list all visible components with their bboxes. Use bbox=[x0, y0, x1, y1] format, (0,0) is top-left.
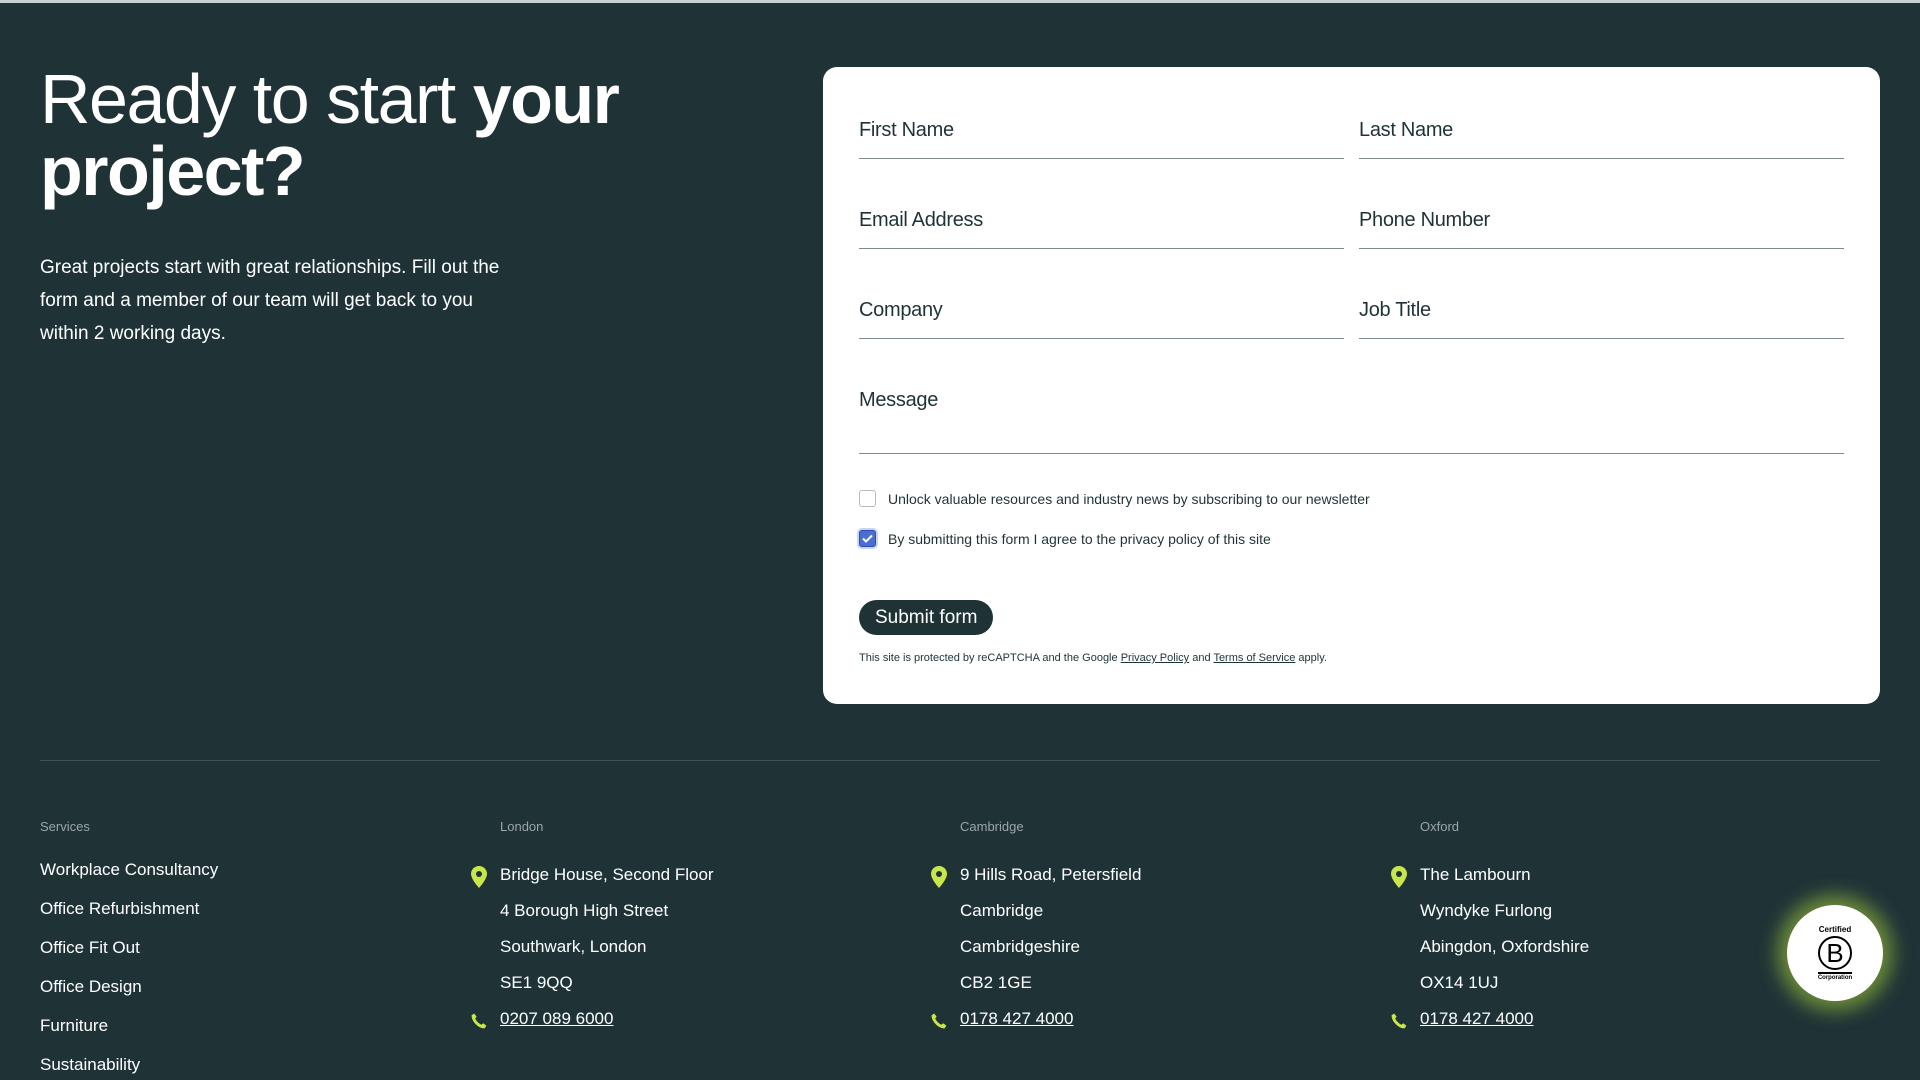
oxford-address-line-4: OX14 1UJ bbox=[1420, 973, 1499, 992]
service-link-workplace-consultancy[interactable]: Workplace Consultancy bbox=[40, 860, 218, 880]
cambridge-phone-link[interactable]: 0178 427 4000 bbox=[960, 1009, 1073, 1029]
hero-description: Great projects start with great relation… bbox=[40, 257, 500, 344]
phone-icon bbox=[471, 1013, 487, 1029]
cambridge-address-line-4: CB2 1GE bbox=[960, 973, 1032, 992]
privacy-label: By submitting this form I agree to the p… bbox=[888, 530, 1271, 547]
b-corp-corporation-text: Corporation bbox=[1817, 975, 1853, 981]
b-corp-logo-icon: B bbox=[1818, 936, 1852, 970]
terms-of-service-link[interactable]: Terms of Service bbox=[1213, 652, 1295, 664]
oxford-phone-link[interactable]: 0178 427 4000 bbox=[1420, 1009, 1533, 1029]
company-field[interactable]: Company bbox=[859, 277, 1344, 339]
hero-title: Ready to start your project? bbox=[40, 63, 740, 207]
hero-title-bold-2: project? bbox=[40, 132, 306, 210]
cambridge-address-line-2: Cambridge bbox=[960, 901, 1044, 920]
location-pin-icon bbox=[1391, 866, 1407, 888]
cambridge-address-line-1: 9 Hills Road, Petersfield bbox=[960, 865, 1142, 884]
privacy-checkbox[interactable] bbox=[859, 530, 876, 547]
newsletter-label: Unlock valuable resources and industry n… bbox=[888, 490, 1370, 507]
oxford-address-line-3: Abingdon, Oxfordshire bbox=[1420, 937, 1590, 956]
b-corp-badge[interactable]: Certified B Corporation bbox=[1787, 905, 1883, 1001]
phone-icon bbox=[1391, 1013, 1407, 1029]
email-placeholder: Email Address bbox=[859, 209, 983, 231]
message-field[interactable]: Message bbox=[859, 367, 1844, 454]
phone-placeholder: Phone Number bbox=[1359, 209, 1490, 231]
phone-icon bbox=[931, 1013, 947, 1029]
message-placeholder: Message bbox=[859, 389, 939, 411]
newsletter-option: Unlock valuable resources and industry n… bbox=[859, 490, 1370, 507]
last-name-field[interactable]: Last Name bbox=[1359, 97, 1844, 159]
recaptcha-suffix: apply. bbox=[1295, 652, 1327, 664]
b-corp-certified-text: Certified bbox=[1818, 925, 1852, 934]
oxford-address-line-2: Wyndyke Furlong bbox=[1420, 901, 1553, 920]
location-pin-icon bbox=[931, 866, 947, 888]
newsletter-checkbox[interactable] bbox=[859, 490, 876, 507]
service-link-office-fit-out[interactable]: Office Fit Out bbox=[40, 938, 140, 958]
b-corp-rule bbox=[1818, 972, 1852, 974]
london-address-line-2: 4 Borough High Street bbox=[500, 901, 669, 920]
phone-field[interactable]: Phone Number bbox=[1359, 187, 1844, 249]
cambridge-heading: Cambridge bbox=[960, 819, 1024, 834]
b-corp-letter: B bbox=[1826, 937, 1844, 968]
company-placeholder: Company bbox=[859, 299, 943, 321]
first-name-placeholder: First Name bbox=[859, 119, 954, 141]
hero-title-light: Ready to start bbox=[40, 60, 473, 138]
london-phone-link[interactable]: 0207 089 6000 bbox=[500, 1009, 613, 1029]
london-address-line-1: Bridge House, Second Floor bbox=[500, 865, 714, 884]
hero-title-bold-1: your bbox=[472, 60, 620, 138]
london-heading: London bbox=[500, 819, 544, 834]
submit-form-button[interactable]: Submit form bbox=[859, 600, 994, 635]
job-title-placeholder: Job Title bbox=[1359, 299, 1431, 321]
job-title-field[interactable]: Job Title bbox=[1359, 277, 1844, 339]
privacy-policy-link[interactable]: Privacy Policy bbox=[1121, 652, 1189, 664]
oxford-heading: Oxford bbox=[1420, 819, 1460, 834]
service-link-sustainability[interactable]: Sustainability bbox=[40, 1055, 140, 1075]
services-heading: Services bbox=[40, 819, 90, 834]
checkmark-icon bbox=[862, 534, 873, 543]
london-address-line-4: SE1 9QQ bbox=[500, 973, 573, 992]
recaptcha-and: and bbox=[1189, 652, 1214, 664]
london-address-line-3: Southwark, London bbox=[500, 937, 647, 956]
contact-form: First Name Last Name Email Address Phone… bbox=[823, 67, 1880, 704]
cambridge-address-line-3: Cambridgeshire bbox=[960, 937, 1080, 956]
recaptcha-prefix: This site is protected by reCAPTCHA and … bbox=[859, 652, 1121, 664]
privacy-option: By submitting this form I agree to the p… bbox=[859, 530, 1271, 547]
location-pin-icon bbox=[471, 866, 487, 888]
last-name-placeholder: Last Name bbox=[1359, 119, 1454, 141]
first-name-field[interactable]: First Name bbox=[859, 97, 1344, 159]
oxford-address-line-1: The Lambourn bbox=[1420, 865, 1531, 884]
service-link-office-design[interactable]: Office Design bbox=[40, 977, 142, 997]
service-link-furniture[interactable]: Furniture bbox=[40, 1016, 108, 1036]
footer-divider bbox=[40, 760, 1880, 761]
recaptcha-notice: This site is protected by reCAPTCHA and … bbox=[859, 652, 1327, 664]
service-link-office-refurbishment[interactable]: Office Refurbishment bbox=[40, 899, 199, 919]
email-field[interactable]: Email Address bbox=[859, 187, 1344, 249]
